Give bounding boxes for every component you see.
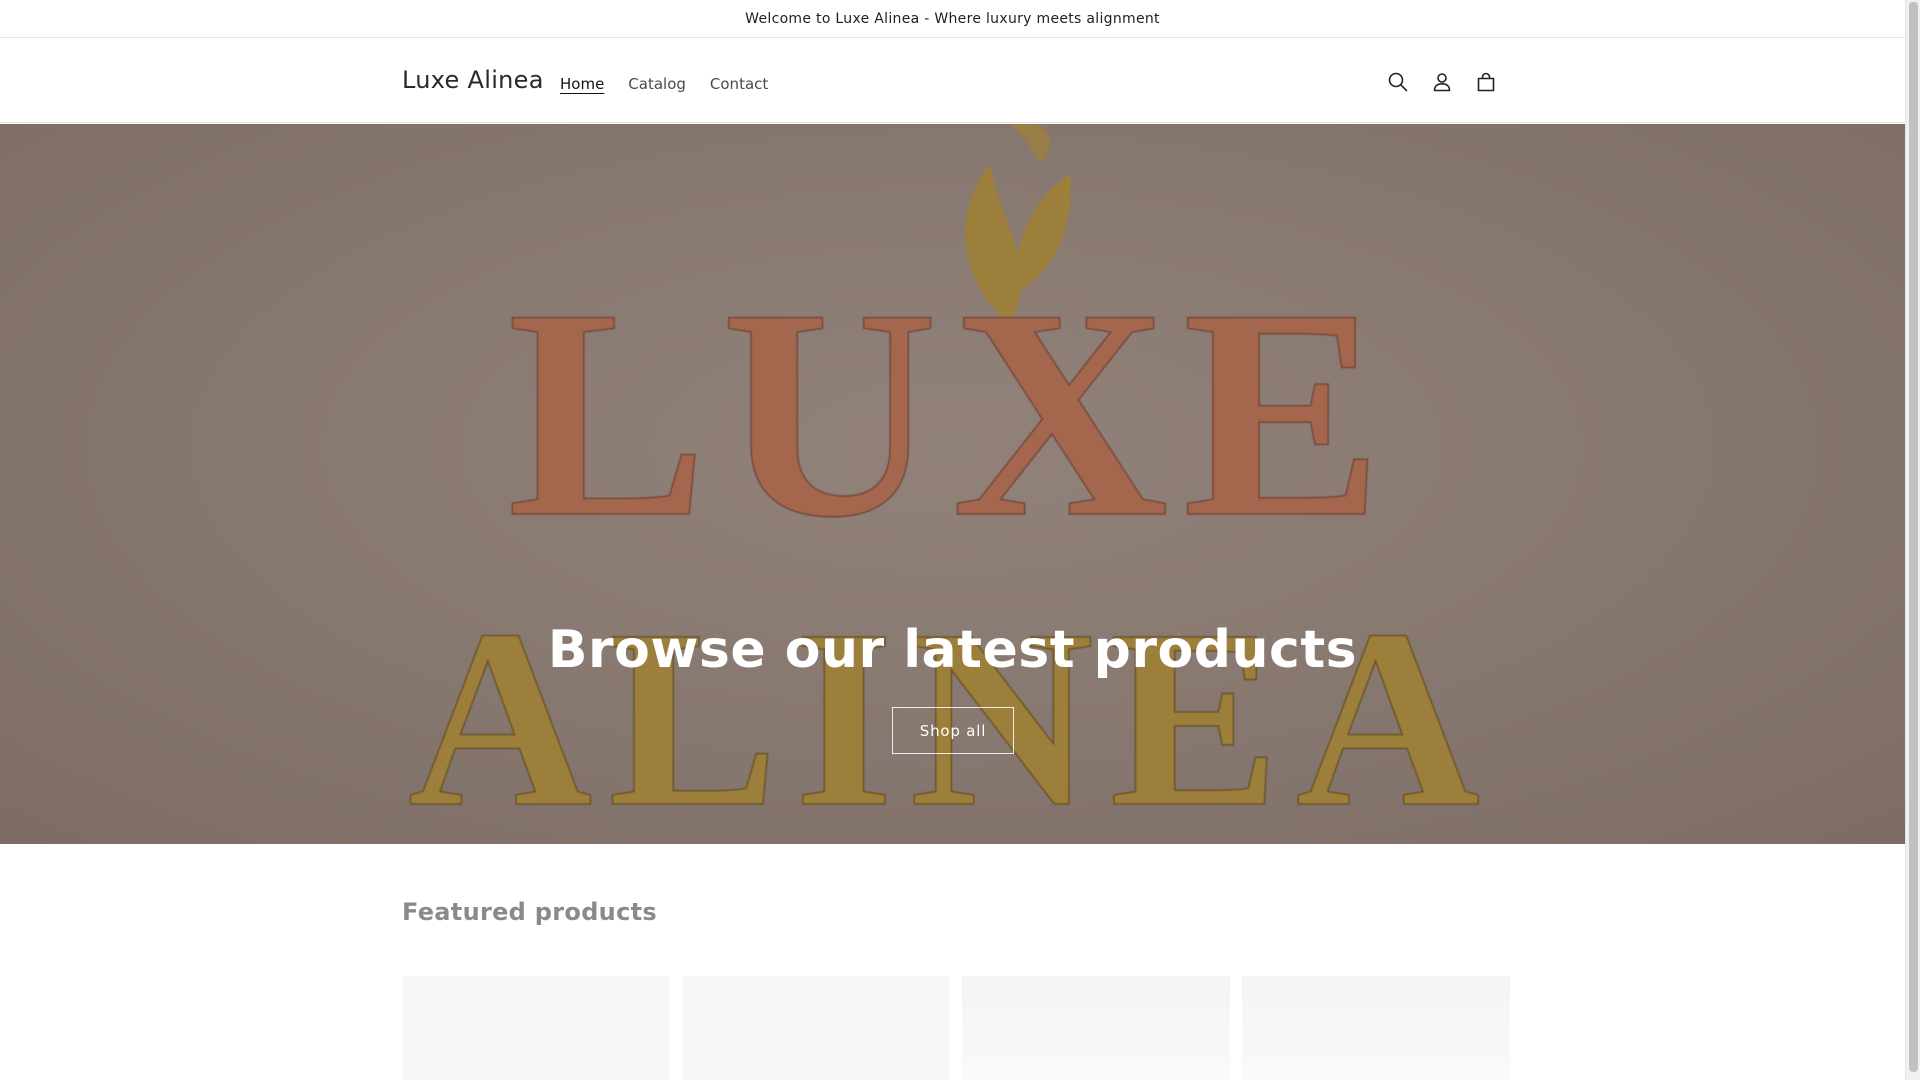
page-scrollbar[interactable] bbox=[1905, 0, 1920, 1080]
announcement-text: Welcome to Luxe Alinea - Where luxury me… bbox=[745, 10, 1160, 27]
cart-button[interactable] bbox=[1464, 60, 1508, 104]
product-card[interactable] bbox=[962, 976, 1230, 1080]
product-card[interactable] bbox=[1242, 976, 1510, 1080]
site-header: Luxe Alinea Home Catalog Contact bbox=[0, 38, 1905, 123]
hero-title: Browse our latest products bbox=[547, 620, 1358, 680]
search-icon bbox=[1388, 72, 1408, 92]
header-icons bbox=[1376, 60, 1508, 104]
hero-banner: LUXE ALINEA Browse our latest products S… bbox=[0, 124, 1905, 844]
nav-contact[interactable]: Contact bbox=[698, 72, 780, 96]
product-card[interactable] bbox=[402, 976, 670, 1080]
nav-catalog[interactable]: Catalog bbox=[616, 72, 698, 96]
search-button[interactable] bbox=[1376, 60, 1420, 104]
account-icon bbox=[1433, 73, 1451, 92]
announcement-bar: Welcome to Luxe Alinea - Where luxury me… bbox=[0, 0, 1905, 38]
scrollbar-thumb[interactable] bbox=[1909, 2, 1918, 1072]
main-nav: Home Catalog Contact bbox=[548, 72, 780, 96]
shop-all-button[interactable]: Shop all bbox=[892, 707, 1014, 754]
account-button[interactable] bbox=[1420, 60, 1464, 104]
cart-icon bbox=[1477, 72, 1495, 92]
nav-home[interactable]: Home bbox=[548, 72, 616, 96]
product-card[interactable] bbox=[682, 976, 950, 1080]
store-logo[interactable]: Luxe Alinea bbox=[402, 66, 544, 94]
featured-products-title: Featured products bbox=[402, 898, 657, 926]
featured-products-grid bbox=[402, 976, 1522, 1080]
page: Welcome to Luxe Alinea - Where luxury me… bbox=[0, 0, 1905, 1080]
